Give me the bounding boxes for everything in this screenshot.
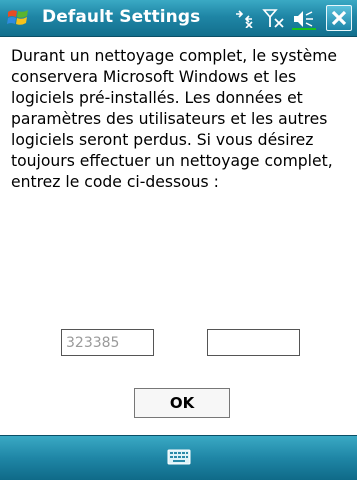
connectivity-icon[interactable] <box>233 8 255 28</box>
signal-off-icon[interactable] <box>262 8 286 30</box>
warning-message: Durant un nettoyage complet, le système … <box>11 47 338 191</box>
ok-button[interactable]: OK <box>134 388 230 418</box>
bottom-bar <box>0 435 357 480</box>
code-entry-input[interactable] <box>207 329 300 356</box>
close-icon <box>331 10 347 26</box>
code-display-field: 323385 <box>61 329 154 356</box>
windows-start-icon[interactable] <box>6 6 30 30</box>
title-bar: Default Settings <box>0 0 357 37</box>
volume-icon[interactable] <box>292 8 316 30</box>
keyboard-icon[interactable] <box>167 448 191 466</box>
close-button[interactable] <box>326 5 352 31</box>
window-title: Default Settings <box>42 7 201 27</box>
